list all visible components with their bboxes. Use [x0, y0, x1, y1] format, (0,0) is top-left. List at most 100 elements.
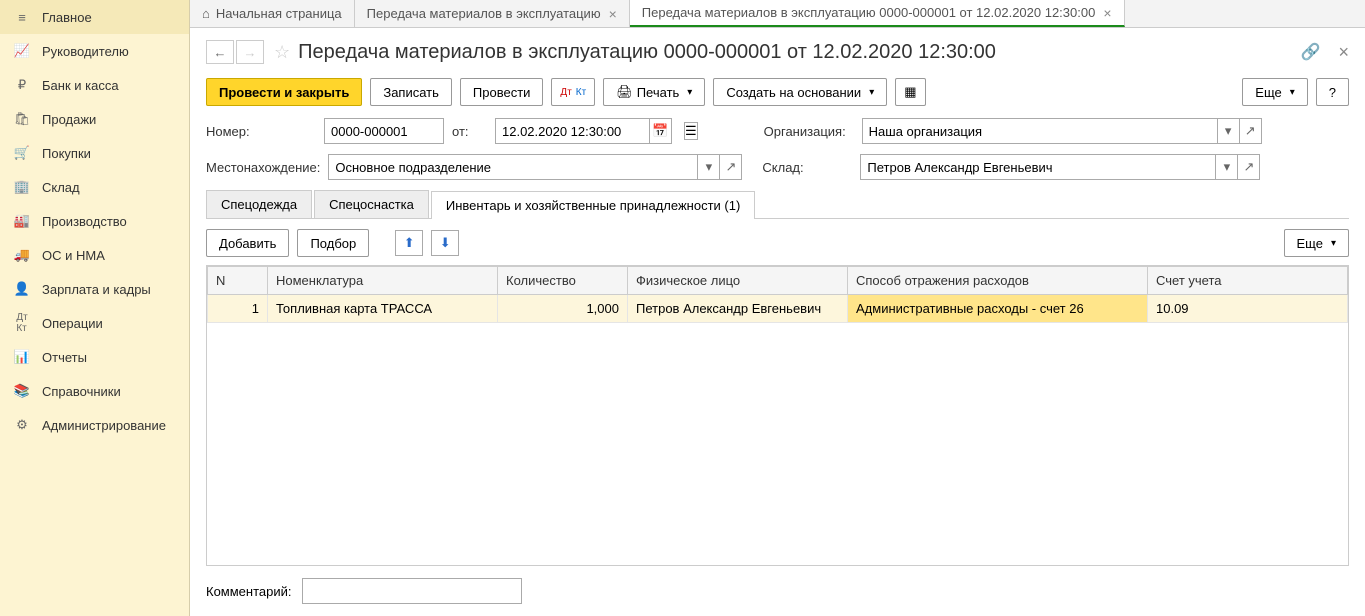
factory-icon: 🏭	[12, 213, 32, 229]
cell-account[interactable]: 10.09	[1148, 295, 1348, 323]
sidebar-item-purchases[interactable]: 🛒 Покупки	[0, 136, 189, 170]
col-qty[interactable]: Количество	[498, 267, 628, 295]
nav-back-button[interactable]: ←	[206, 40, 234, 64]
create-based-button[interactable]: Создать на основании▾	[713, 78, 887, 106]
main-area: ⌂ Начальная страница Передача материалов…	[190, 0, 1365, 616]
chevron-down-icon: ▾	[687, 87, 692, 98]
sidebar-item-bank[interactable]: ₽ Банк и касса	[0, 68, 189, 102]
close-icon[interactable]: ×	[609, 6, 617, 22]
items-table: N Номенклатура Количество Физическое лиц…	[207, 266, 1348, 323]
warehouse-icon: 🏢	[12, 179, 32, 195]
col-account[interactable]: Счет учета	[1148, 267, 1348, 295]
arrow-down-icon: ⬇	[440, 235, 451, 251]
calendar-button[interactable]: 📅	[650, 118, 672, 144]
table-container: N Номенклатура Количество Физическое лиц…	[206, 265, 1349, 566]
move-up-button[interactable]: ⬆	[395, 230, 423, 256]
print-button[interactable]: 🖨Печать▾	[603, 78, 705, 106]
sidebar-item-assets[interactable]: 🚚 ОС и НМА	[0, 238, 189, 272]
org-dropdown-button[interactable]: ▾	[1218, 118, 1240, 144]
close-icon[interactable]: ×	[1103, 5, 1111, 21]
tab-home[interactable]: ⌂ Начальная страница	[190, 0, 355, 27]
help-button[interactable]: ?	[1316, 78, 1349, 106]
sidebar-item-label: Операции	[42, 316, 103, 331]
comment-row: Комментарий:	[206, 578, 1349, 604]
warehouse-dropdown-button[interactable]: ▾	[1216, 154, 1238, 180]
org-open-button[interactable]: ↗	[1240, 118, 1262, 144]
save-button[interactable]: Записать	[370, 78, 452, 106]
from-label: от:	[452, 124, 487, 139]
nav-forward-button[interactable]: →	[236, 40, 264, 64]
chevron-down-icon: ▾	[1225, 123, 1232, 139]
warehouse-field[interactable]	[860, 154, 1216, 180]
sidebar-item-reports[interactable]: 📊 Отчеты	[0, 340, 189, 374]
date-field[interactable]	[495, 118, 650, 144]
sidebar-item-production[interactable]: 🏭 Производство	[0, 204, 189, 238]
tab-label: Начальная страница	[216, 6, 342, 21]
cell-n[interactable]: 1	[208, 295, 268, 323]
location-dropdown-button[interactable]: ▾	[698, 154, 720, 180]
form-row-1: Номер: от: 📅 ☰ Организация: ▾ ↗	[206, 118, 1349, 144]
col-person[interactable]: Физическое лицо	[628, 267, 848, 295]
table-more-button[interactable]: Еще▾	[1284, 229, 1349, 257]
link-icon[interactable]: 🔗	[1301, 42, 1321, 62]
tab-transfer-doc[interactable]: Передача материалов в эксплуатацию 0000-…	[630, 0, 1125, 27]
chevron-down-icon: ▾	[1331, 238, 1336, 249]
location-label: Местонахождение:	[206, 160, 320, 175]
warehouse-open-button[interactable]: ↗	[1238, 154, 1260, 180]
post-button[interactable]: Провести	[460, 78, 544, 106]
gear-icon: ⚙	[12, 417, 32, 433]
sidebar-item-warehouse[interactable]: 🏢 Склад	[0, 170, 189, 204]
subtab-workwear[interactable]: Спецодежда	[206, 190, 312, 218]
close-page-icon[interactable]: ×	[1338, 42, 1349, 63]
sidebar-item-main[interactable]: ≡ Главное	[0, 0, 189, 34]
cell-item[interactable]: Топливная карта ТРАССА	[268, 295, 498, 323]
cell-person[interactable]: Петров Александр Евгеньевич	[628, 295, 848, 323]
page-title: Передача материалов в эксплуатацию 0000-…	[298, 41, 1300, 64]
add-button[interactable]: Добавить	[206, 229, 289, 257]
structure-button[interactable]: ▦	[895, 78, 925, 106]
col-method[interactable]: Способ отражения расходов	[848, 267, 1148, 295]
sidebar-item-label: Зарплата и кадры	[42, 282, 151, 297]
cell-method[interactable]: Административные расходы - счет 26	[848, 295, 1148, 323]
dtkt-button[interactable]: ДтКт	[551, 78, 595, 106]
location-open-button[interactable]: ↗	[720, 154, 742, 180]
sidebar-item-admin[interactable]: ⚙ Администрирование	[0, 408, 189, 442]
sidebar-item-label: Склад	[42, 180, 80, 195]
date-extra-button[interactable]: ☰	[684, 122, 698, 140]
post-and-close-button[interactable]: Провести и закрыть	[206, 78, 362, 106]
subtab-inventory[interactable]: Инвентарь и хозяйственные принадлежности…	[431, 191, 755, 219]
sidebar: ≡ Главное 📈 Руководителю ₽ Банк и касса …	[0, 0, 190, 616]
truck-icon: 🚚	[12, 247, 32, 263]
number-field[interactable]	[324, 118, 444, 144]
arrow-up-icon: ⬆	[404, 235, 415, 251]
favorite-star-icon[interactable]: ☆	[274, 42, 290, 63]
sidebar-item-hr[interactable]: 👤 Зарплата и кадры	[0, 272, 189, 306]
table-row[interactable]: 1 Топливная карта ТРАССА 1,000 Петров Ал…	[208, 295, 1348, 323]
sidebar-item-sales[interactable]: 🛍 Продажи	[0, 102, 189, 136]
sidebar-item-operations[interactable]: ДтКт Операции	[0, 306, 189, 340]
content: ← → ☆ Передача материалов в эксплуатацию…	[190, 28, 1365, 616]
col-item[interactable]: Номенклатура	[268, 267, 498, 295]
more-button[interactable]: Еще▾	[1242, 78, 1307, 106]
tab-transfer-list[interactable]: Передача материалов в эксплуатацию ×	[355, 0, 630, 27]
sidebar-item-label: Банк и касса	[42, 78, 119, 93]
dtkt-icon: ДтКт	[12, 315, 32, 331]
sidebar-item-catalogs[interactable]: 📚 Справочники	[0, 374, 189, 408]
comment-field[interactable]	[302, 578, 522, 604]
location-field[interactable]	[328, 154, 698, 180]
chart-icon: 📈	[12, 43, 32, 59]
col-n[interactable]: N	[208, 267, 268, 295]
move-down-button[interactable]: ⬇	[431, 230, 459, 256]
sidebar-item-label: Производство	[42, 214, 127, 229]
table-toolbar: Добавить Подбор ⬆ ⬇ Еще▾	[206, 229, 1349, 257]
subtab-tooling[interactable]: Спецоснастка	[314, 190, 429, 218]
books-icon: 📚	[12, 383, 32, 399]
tab-label: Передача материалов в эксплуатацию 0000-…	[642, 5, 1096, 20]
number-label: Номер:	[206, 124, 316, 139]
sidebar-item-manager[interactable]: 📈 Руководителю	[0, 34, 189, 68]
pick-button[interactable]: Подбор	[297, 229, 369, 257]
sidebar-item-label: Руководителю	[42, 44, 129, 59]
cell-qty[interactable]: 1,000	[498, 295, 628, 323]
org-field[interactable]	[862, 118, 1218, 144]
comment-label: Комментарий:	[206, 584, 292, 599]
